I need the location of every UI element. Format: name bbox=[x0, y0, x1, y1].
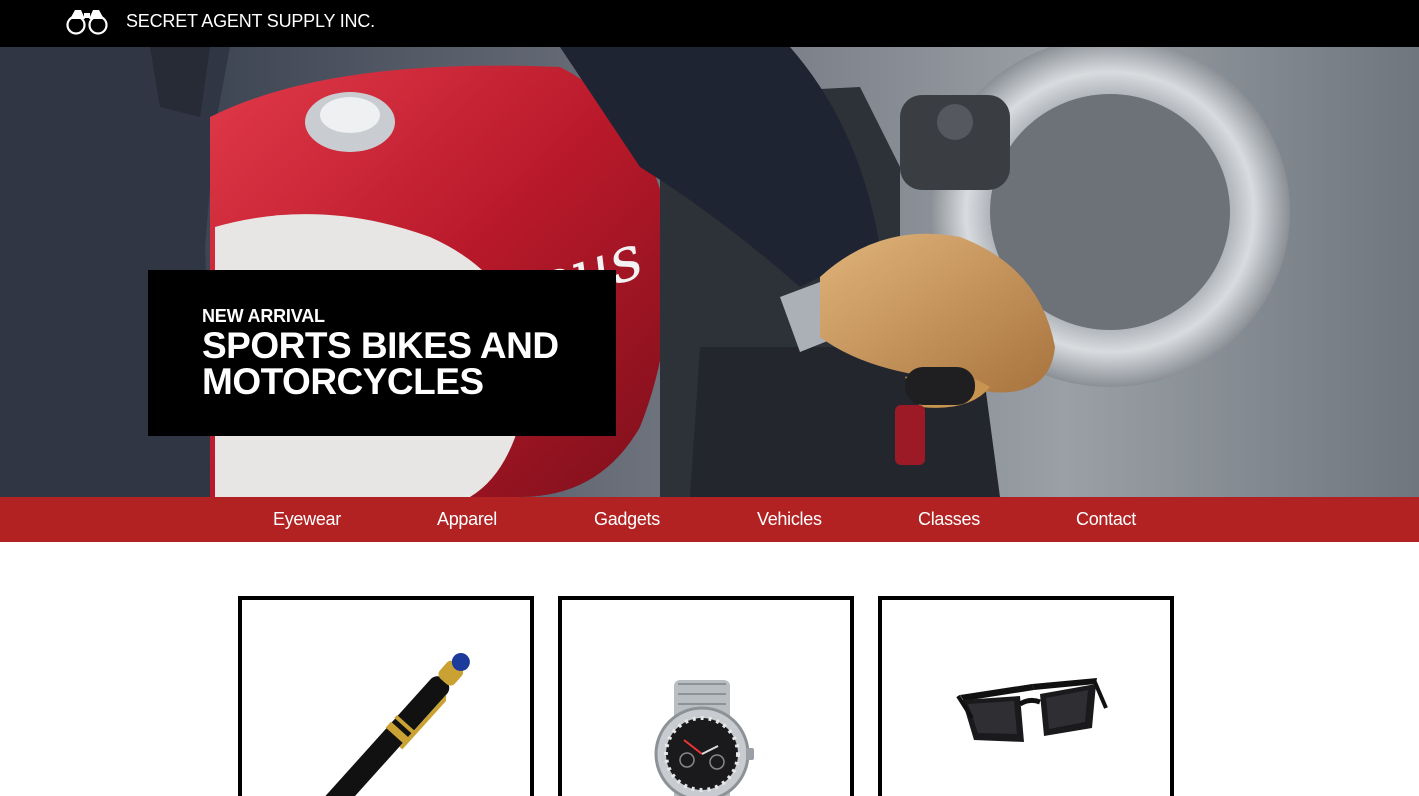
top-bar: SECRET AGENT SUPPLY INC. bbox=[0, 0, 1419, 47]
pen-icon bbox=[313, 653, 470, 796]
product-card-pen[interactable] bbox=[238, 596, 534, 796]
main-nav: Eyewear Apparel Gadgets Vehicles Classes… bbox=[0, 497, 1419, 542]
product-card-sunglasses[interactable] bbox=[878, 596, 1174, 796]
nav-item-classes[interactable]: Classes bbox=[918, 509, 980, 529]
hero-banner: Deus NEW ARRIVAL SPORTS BIKES AND MOTORC… bbox=[0, 47, 1419, 497]
binoculars-icon[interactable] bbox=[66, 7, 108, 35]
promo-title[interactable]: SPORTS BIKES AND MOTORCYCLES bbox=[202, 327, 602, 400]
watch-icon bbox=[654, 680, 754, 796]
nav-item-eyewear[interactable]: Eyewear bbox=[273, 509, 341, 529]
nav-item-gadgets[interactable]: Gadgets bbox=[594, 509, 660, 529]
promo-box: NEW ARRIVAL SPORTS BIKES AND MOTORCYCLES bbox=[148, 270, 616, 436]
nav-item-vehicles[interactable]: Vehicles bbox=[757, 509, 822, 529]
promo-eyebrow: NEW ARRIVAL bbox=[202, 306, 325, 326]
brand-name[interactable]: SECRET AGENT SUPPLY INC. bbox=[126, 10, 375, 32]
nav-item-contact[interactable]: Contact bbox=[1076, 509, 1136, 529]
nav-item-apparel[interactable]: Apparel bbox=[437, 509, 497, 529]
sunglasses-icon bbox=[956, 678, 1108, 742]
product-card-watch[interactable] bbox=[558, 596, 854, 796]
